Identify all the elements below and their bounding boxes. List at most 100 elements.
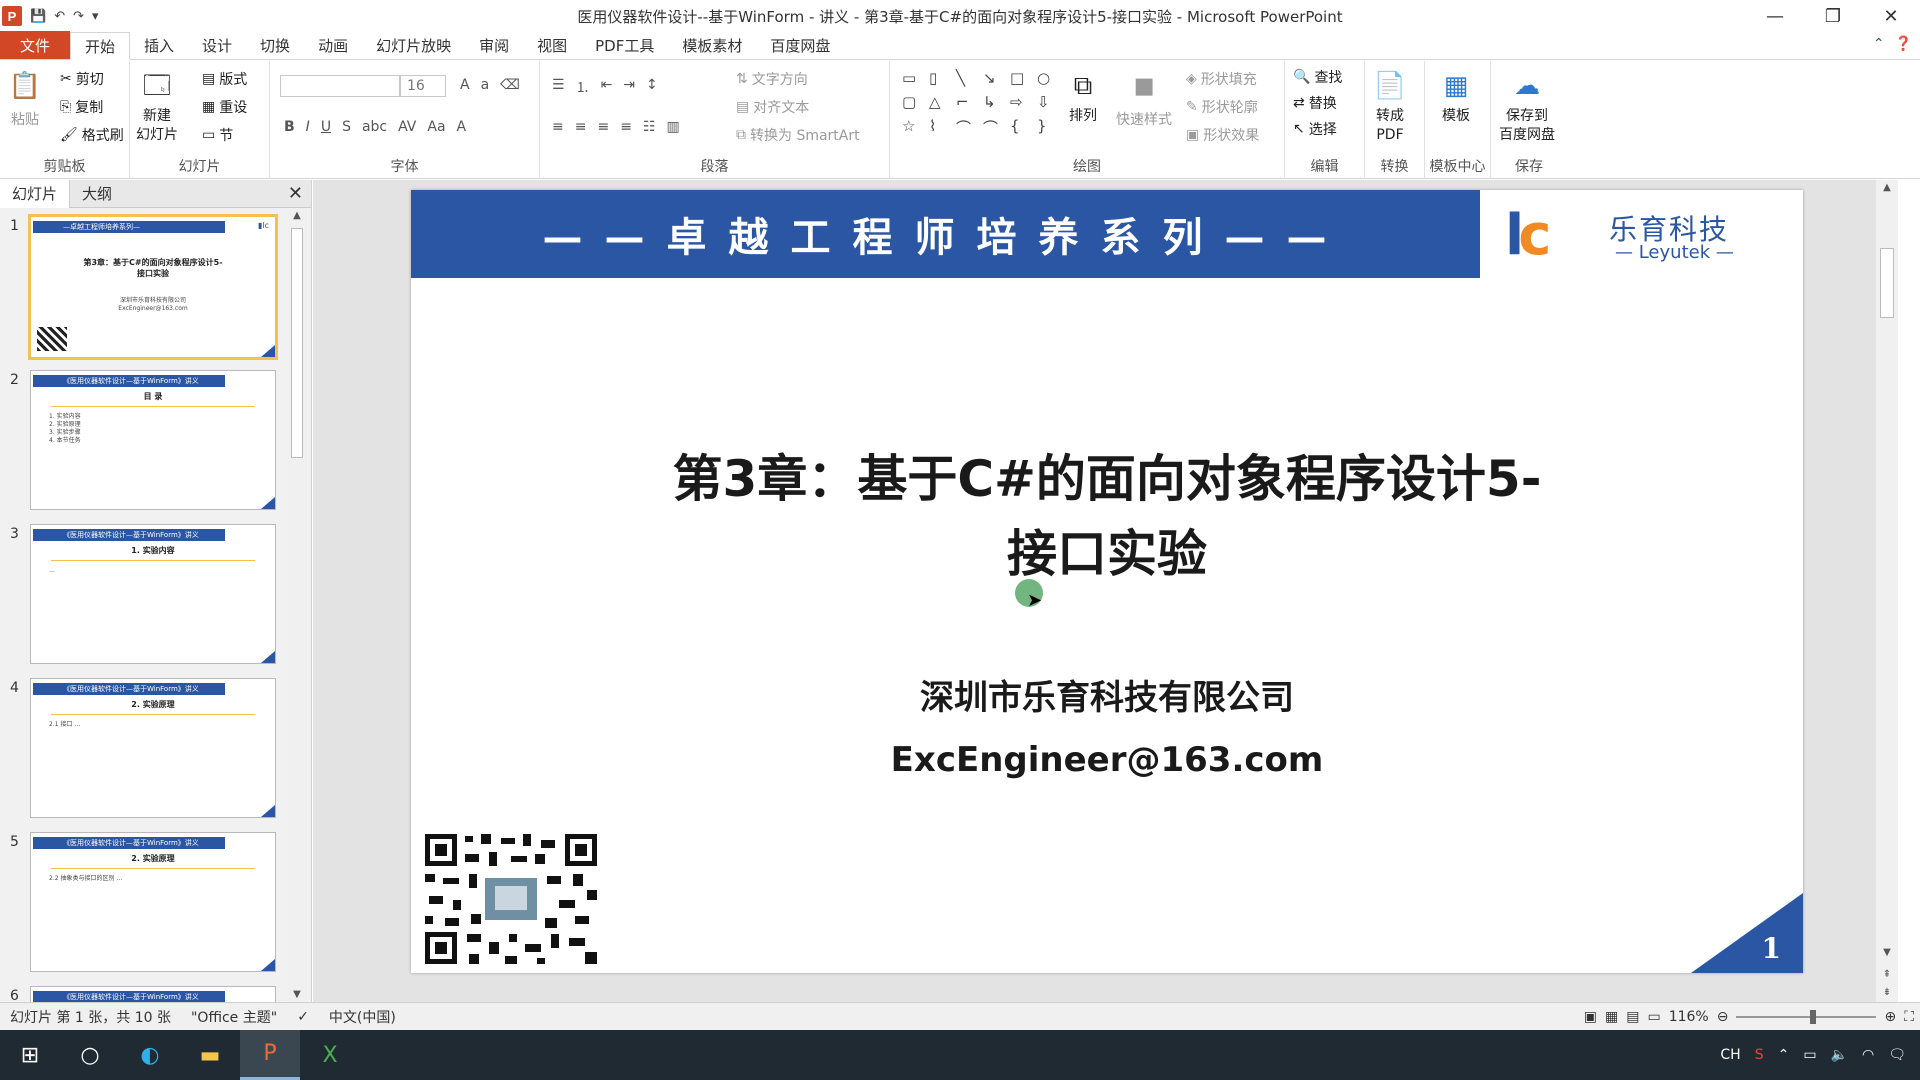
arc-shape-icon[interactable]: ⌒ <box>983 117 1007 141</box>
undo-icon[interactable]: ↶ <box>54 9 65 24</box>
convert-pdf-button[interactable]: 📄 转成 PDF <box>1373 67 1407 145</box>
elbow-shape-icon[interactable]: ⌐ <box>956 93 980 114</box>
triangle-shape-icon[interactable]: △ <box>929 93 953 114</box>
company-name[interactable]: 深圳市乐育科技有限公司 <box>411 670 1803 719</box>
new-slide-button[interactable]: 🗔 新建 幻灯片 <box>136 67 178 145</box>
excel-app-icon[interactable]: X <box>300 1030 360 1080</box>
roundrect-shape-icon[interactable]: ▢ <box>902 93 926 114</box>
elbow-arrow-shape-icon[interactable]: ↳ <box>983 93 1007 114</box>
smartart-button[interactable]: ⧉ 转换为 SmartArt <box>736 125 860 145</box>
layout-button[interactable]: ▤ 版式 <box>202 69 247 89</box>
shapes-gallery[interactable]: ▭ ▯ ╲ ↘ □ ○ ▢ △ ⌐ ↳ ⇨ ⇩ ☆ ⌇ ⌒ ⌒{} <box>902 69 1052 141</box>
copy-button[interactable]: ⎘ 复制 <box>60 97 103 117</box>
normal-view-icon[interactable]: ▣ <box>1584 1009 1597 1025</box>
next-slide-icon[interactable]: ⇟ <box>1876 987 1898 998</box>
tab-review[interactable]: 审阅 <box>465 32 523 59</box>
tray-expand-icon[interactable]: ⌃ <box>1778 1047 1790 1063</box>
columns-icon[interactable]: ▥ <box>667 119 680 135</box>
tab-design[interactable]: 设计 <box>188 32 246 59</box>
slide-thumbnail-2[interactable]: 《医用仪器软件设计—基于WinForm》讲义 目 录 1. 实验内容 2. 实验… <box>30 370 276 510</box>
current-slide[interactable]: ——卓越工程师培养系列—— lc 乐育科技 — Leyutek — 第3章：基于… <box>411 190 1803 973</box>
tab-templates[interactable]: 模板素材 <box>668 32 756 59</box>
change-case-icon[interactable]: Aa <box>427 119 445 135</box>
minimize-button[interactable]: — <box>1746 0 1804 32</box>
reset-button[interactable]: ▦ 重设 <box>202 97 247 117</box>
panel-scroll-thumb[interactable] <box>291 228 303 458</box>
slide-thumbnail-5[interactable]: 《医用仪器软件设计—基于WinForm》讲义 2. 实验原理 2.2 抽象类与接… <box>30 832 276 972</box>
brace-right-shape-icon[interactable]: } <box>1037 117 1061 141</box>
replace-button[interactable]: ⇄ 替换 <box>1293 93 1337 113</box>
help-icon[interactable]: ❓ <box>1895 36 1912 52</box>
tab-baidu-netdisk[interactable]: 百度网盘 <box>756 32 844 59</box>
line-shape-icon[interactable]: ╲ <box>956 69 980 90</box>
font-name-input[interactable] <box>280 75 400 97</box>
ime-indicator[interactable]: CH <box>1720 1047 1740 1063</box>
zoom-slider[interactable] <box>1736 1010 1877 1024</box>
prev-slide-icon[interactable]: ⇞ <box>1876 969 1898 980</box>
slide-thumbnail-3[interactable]: 《医用仪器软件设计—基于WinForm》讲义 1. 实验内容 … <box>30 524 276 664</box>
scroll-up-icon[interactable]: ▲ <box>288 210 306 221</box>
tab-animations[interactable]: 动画 <box>304 32 362 59</box>
slide-sorter-icon[interactable]: ▦ <box>1605 1009 1618 1025</box>
zoom-slider-knob[interactable] <box>1810 1010 1817 1024</box>
slideshow-view-icon[interactable]: ▭ <box>1647 1009 1660 1025</box>
slide-thumbnail-6[interactable]: 《医用仪器软件设计—基于WinForm》讲义 <box>30 986 276 1002</box>
canvas-scroll-thumb[interactable] <box>1880 248 1894 318</box>
slide-thumbnail-4[interactable]: 《医用仪器软件设计—基于WinForm》讲义 2. 实验原理 2.1 接口 … <box>30 678 276 818</box>
align-left-icon[interactable]: ≡ <box>552 119 564 135</box>
align-right-icon[interactable]: ≡ <box>597 119 609 135</box>
panel-tab-outline[interactable]: 大纲 <box>70 180 124 208</box>
oval-shape-icon[interactable]: ○ <box>1037 69 1061 90</box>
scroll-up-icon[interactable]: ▲ <box>1876 180 1898 193</box>
down-arrow-shape-icon[interactable]: ⇩ <box>1037 93 1061 114</box>
text-direction-button[interactable]: ⇅ 文字方向 <box>736 69 808 89</box>
zoom-out-icon[interactable]: ⊖ <box>1717 1009 1729 1025</box>
distributed-icon[interactable]: ☷ <box>643 119 656 135</box>
cut-button[interactable]: ✂ 剪切 <box>60 69 104 89</box>
panel-close-icon[interactable]: ✕ <box>288 183 303 204</box>
char-spacing-icon[interactable]: AV <box>398 119 416 135</box>
find-button[interactable]: 🔍 查找 <box>1293 67 1342 87</box>
close-button[interactable]: ✕ <box>1862 0 1920 32</box>
clear-format-icon[interactable]: ⌫ <box>500 77 520 93</box>
shrink-font-icon[interactable]: a <box>481 77 490 93</box>
zoom-level[interactable]: 116% <box>1669 1009 1709 1025</box>
tab-file[interactable]: 文件 <box>0 31 70 59</box>
arrange-button[interactable]: ⧉ 排列 <box>1066 67 1100 126</box>
powerpoint-app-icon[interactable]: P <box>240 1030 300 1080</box>
font-size-input[interactable]: 16 <box>400 75 446 97</box>
volume-icon[interactable]: 🔈 <box>1831 1047 1848 1063</box>
shadow-icon[interactable]: S <box>342 119 351 135</box>
justify-icon[interactable]: ≡ <box>620 119 632 135</box>
shape-effects-button[interactable]: ▣ 形状效果 <box>1186 125 1259 145</box>
redo-icon[interactable]: ↷ <box>73 9 84 24</box>
network-icon[interactable]: ◠ <box>1862 1047 1874 1063</box>
panel-tab-slides[interactable]: 幻灯片 <box>0 179 71 208</box>
increase-indent-icon[interactable]: ⇥ <box>623 77 635 97</box>
sogou-ime-icon[interactable]: S <box>1755 1047 1764 1063</box>
decrease-indent-icon[interactable]: ⇤ <box>601 77 613 97</box>
brace-left-shape-icon[interactable]: { <box>1010 117 1034 141</box>
zoom-in-icon[interactable]: ⊕ <box>1884 1009 1896 1025</box>
freeform-shape-icon[interactable]: ⌇ <box>929 117 953 141</box>
spellcheck-icon[interactable]: ✓ <box>287 1009 319 1025</box>
reading-view-icon[interactable]: ▤ <box>1626 1009 1639 1025</box>
curve-shape-icon[interactable]: ⌒ <box>956 117 980 141</box>
edge-browser-icon[interactable]: ◐ <box>120 1030 180 1080</box>
quick-styles-button[interactable]: ◼ 快速样式 <box>1116 67 1172 130</box>
rect-shape-icon[interactable]: □ <box>1010 69 1034 90</box>
numbering-icon[interactable]: ⒈ <box>576 77 590 97</box>
scroll-down-icon[interactable]: ▼ <box>288 989 306 1000</box>
tab-slideshow[interactable]: 幻灯片放映 <box>362 32 465 59</box>
arrow-line-shape-icon[interactable]: ↘ <box>983 69 1007 90</box>
tab-transitions[interactable]: 切换 <box>246 32 304 59</box>
maximize-button[interactable]: ❐ <box>1804 0 1862 32</box>
language-status[interactable]: 中文(中国) <box>319 1007 406 1027</box>
templates-button[interactable]: ▦ 模板 <box>1439 67 1473 126</box>
align-center-icon[interactable]: ≡ <box>575 119 587 135</box>
battery-icon[interactable]: ▭ <box>1803 1047 1816 1063</box>
tab-home[interactable]: 开始 <box>70 32 131 60</box>
grow-font-icon[interactable]: A <box>460 77 470 93</box>
textbox-shape-icon[interactable]: ▭ <box>902 69 926 90</box>
format-painter-button[interactable]: 🖌 格式刷 <box>60 125 124 145</box>
